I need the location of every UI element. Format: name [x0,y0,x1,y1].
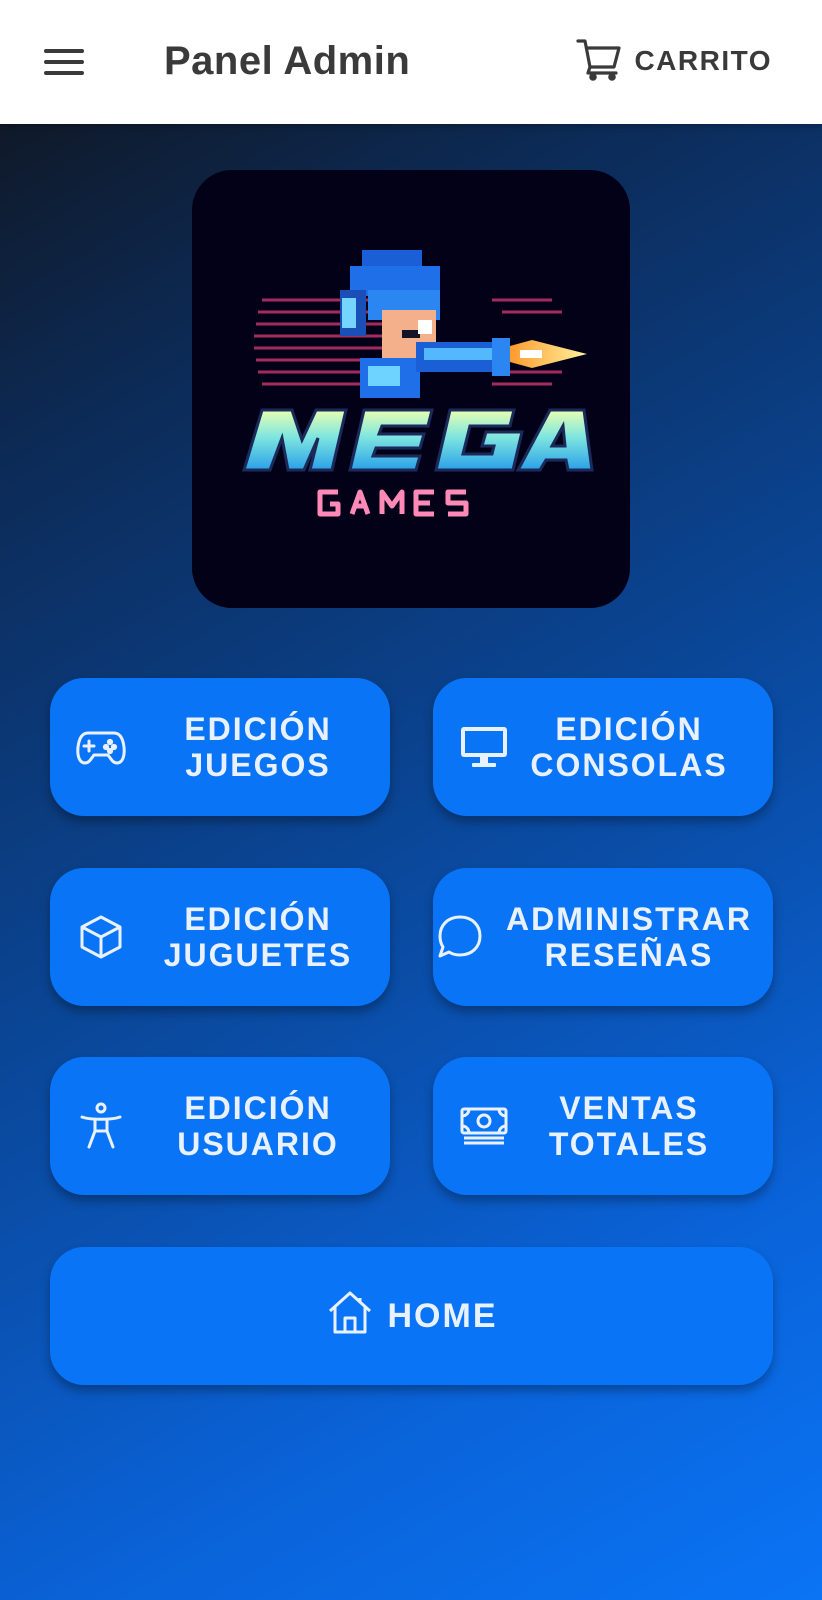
edit-user-button[interactable]: EDICIÓN USUARIO [50,1057,390,1195]
edit-consoles-button[interactable]: EDICIÓN CONSOLAS [433,678,773,816]
edit-games-button[interactable]: EDICIÓN JUEGOS [50,678,390,816]
edit-user-line2: USUARIO [177,1126,339,1162]
accessibility-person-icon [74,1099,128,1153]
gamepad-icon [74,720,128,774]
edit-toys-line2: JUGUETES [163,937,353,973]
total-sales-button[interactable]: VENTAS TOTALES [433,1057,773,1195]
manage-reviews-line1: ADMINISTRAR [506,901,752,937]
edit-toys-line1: EDICIÓN [184,901,332,937]
edit-toys-button[interactable]: EDICIÓN JUGUETES [50,868,390,1006]
edit-games-line1: EDICIÓN [184,711,332,747]
cart-button[interactable]: CARRITO [576,36,772,86]
hamburger-menu-icon[interactable] [36,38,92,86]
shopping-cart-icon [576,37,622,86]
cart-label: CARRITO [634,45,772,76]
page-title: Panel Admin [164,39,411,83]
edit-consoles-line2: CONSOLAS [530,747,728,783]
home-label: HOME [387,1296,498,1335]
edit-user-line1: EDICIÓN [184,1090,332,1126]
total-sales-line1: VENTAS [559,1090,699,1126]
manage-reviews-line2: RESEÑAS [544,937,714,973]
chat-bubble-icon [433,910,487,964]
home-button[interactable]: HOME [50,1247,773,1385]
admin-panel-page: Panel Admin CARRITO EDICIÓN JUEGOS EDICI… [0,0,822,1600]
manage-reviews-button[interactable]: ADMINISTRAR RESEÑAS [433,868,773,1006]
edit-games-line2: JUEGOS [185,747,331,783]
cube-icon [74,910,128,964]
home-icon [326,1289,374,1344]
edit-consoles-line1: EDICIÓN [555,711,703,747]
total-sales-line2: TOTALES [548,1126,710,1162]
mega-games-logo [192,170,630,608]
top-app-bar: Panel Admin CARRITO [0,0,822,124]
